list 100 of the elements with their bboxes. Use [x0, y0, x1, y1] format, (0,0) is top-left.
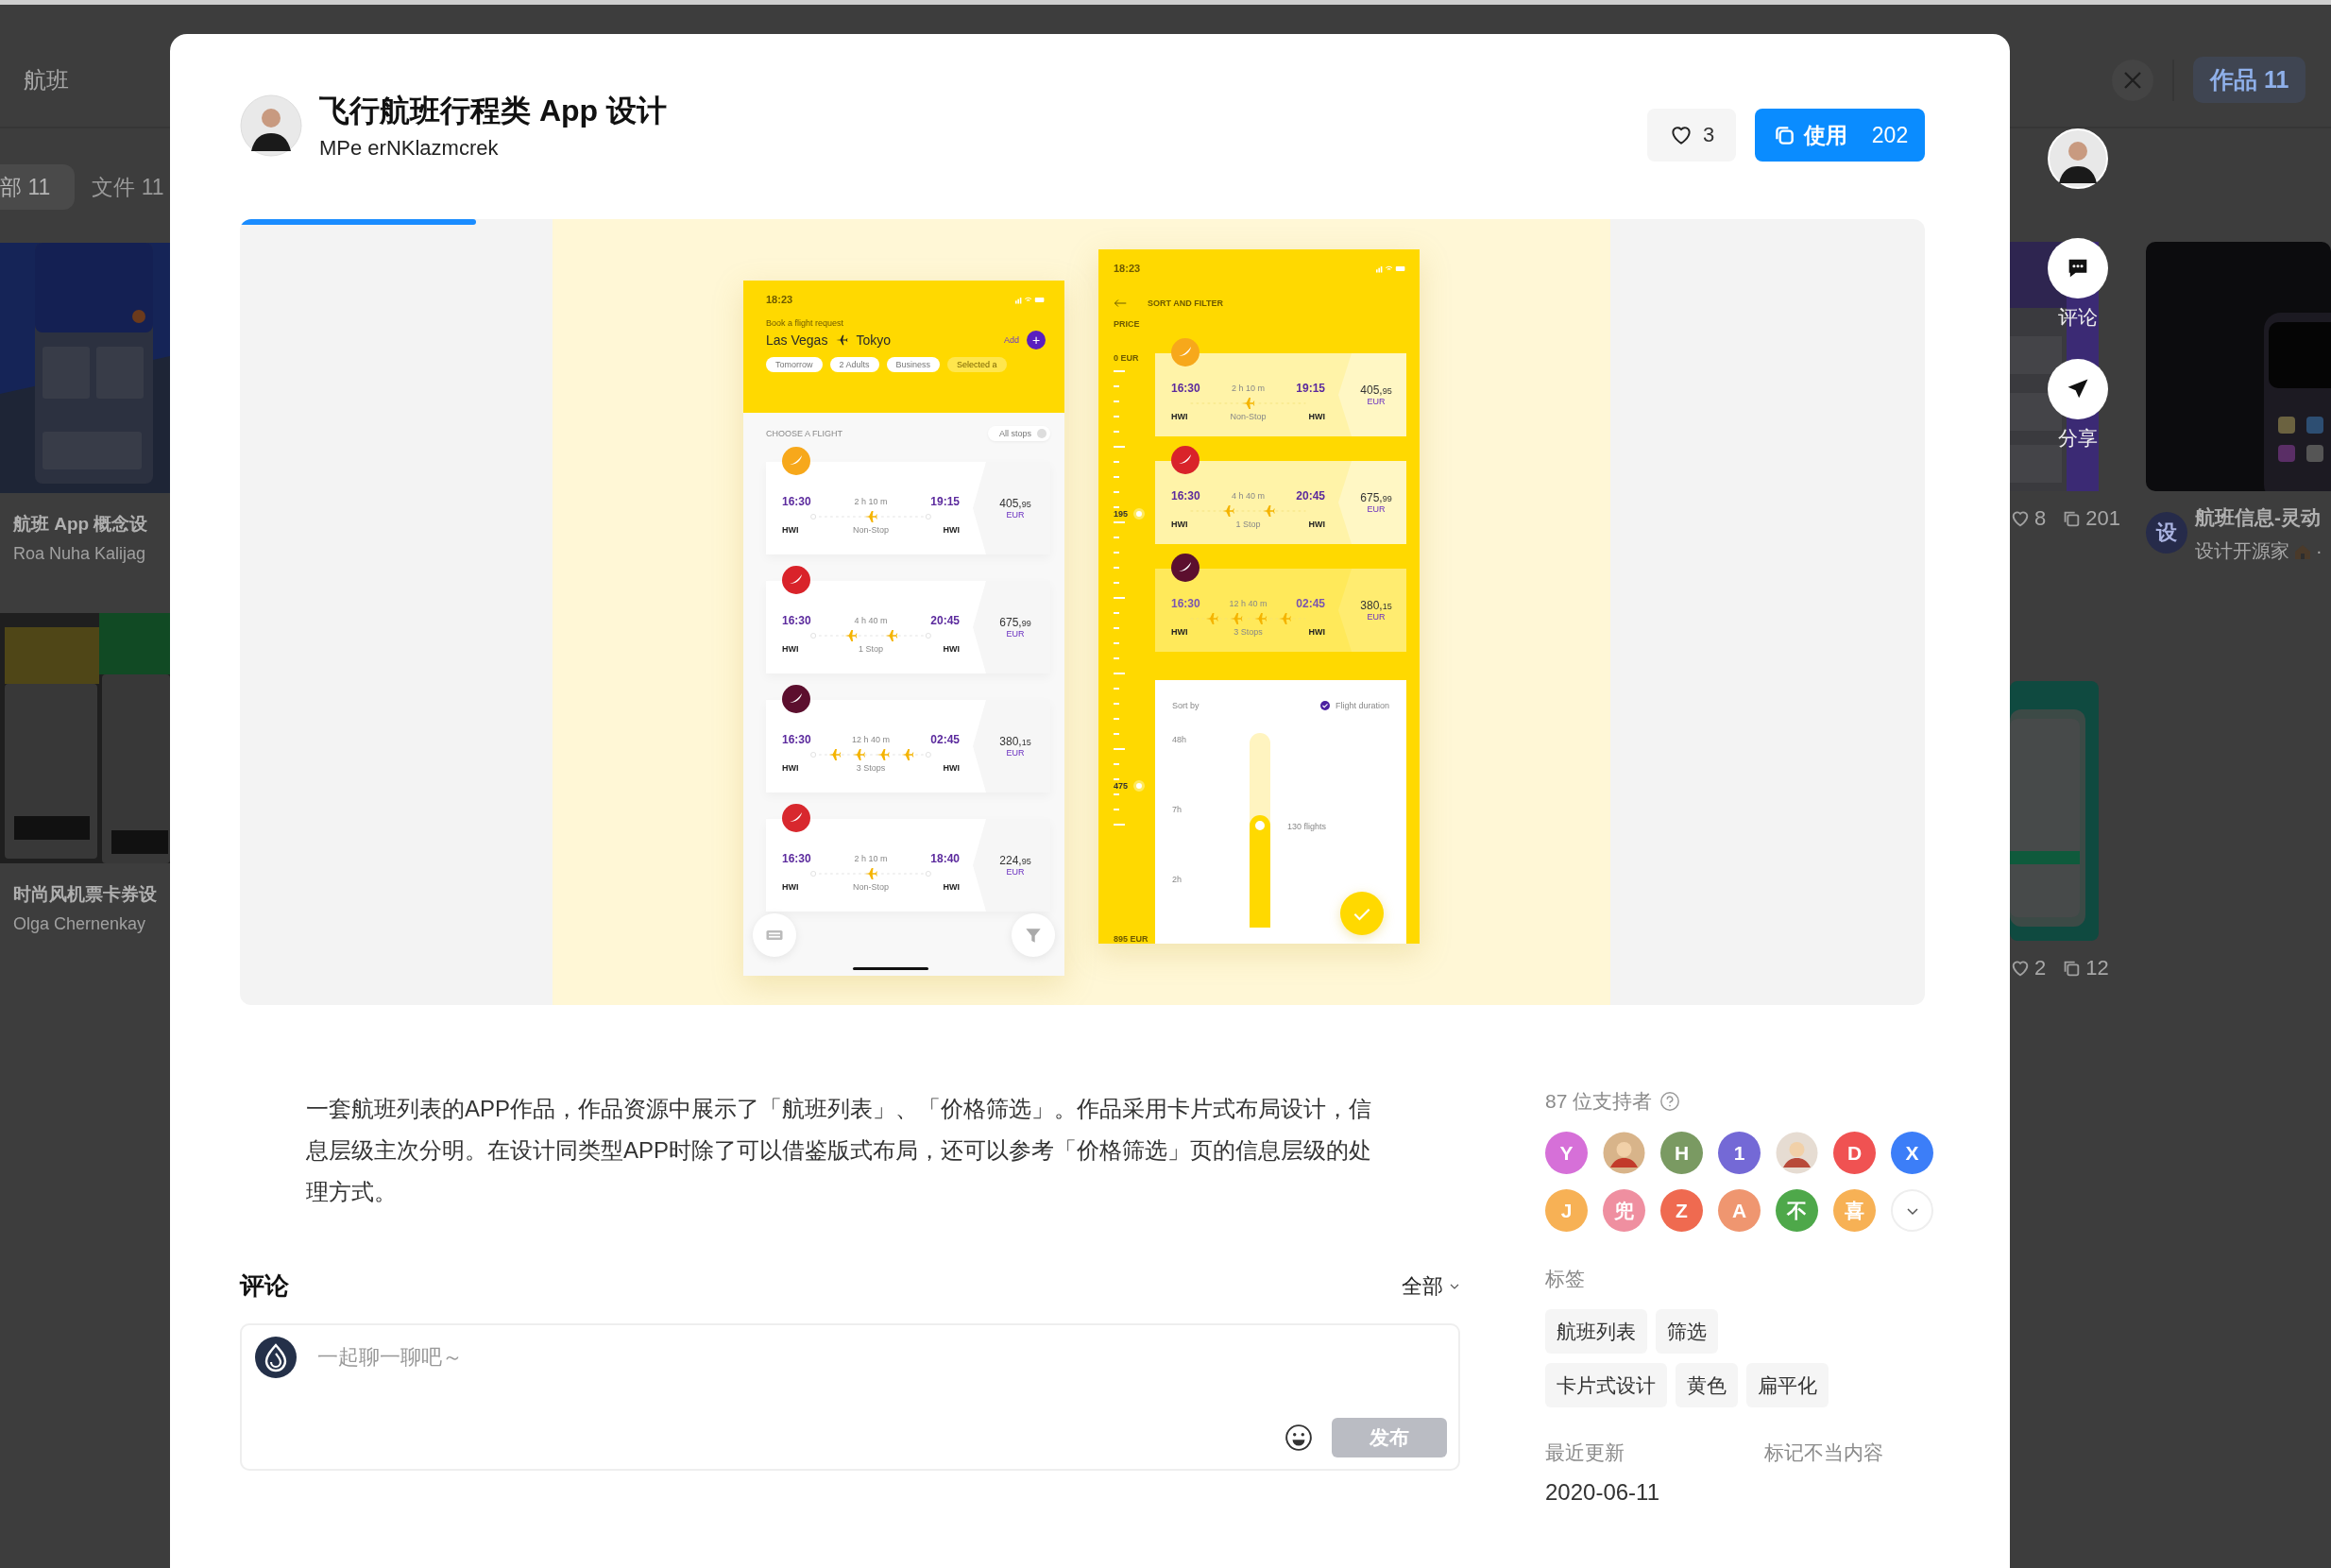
confirm-button[interactable] [1340, 892, 1384, 935]
work-title[interactable]: 航班信息-灵动 [2195, 504, 2322, 531]
stops-label: Non-Stop [853, 525, 889, 535]
currency-label: EUR [1006, 510, 1025, 520]
work-title[interactable]: 时尚风机票卡券设 [13, 882, 170, 907]
duration-label: 4 h 40 m [1232, 491, 1265, 501]
arrival-time: 02:45 [930, 733, 960, 746]
flight-card[interactable]: 16:30 2 h 10 m 19:15 HWI Non-Stop HWI 405,95 EUR [1155, 353, 1406, 436]
tag-chip[interactable]: 黄色 [1676, 1363, 1738, 1407]
arrival-time: 20:45 [930, 614, 960, 627]
flight-card[interactable]: 16:30 12 h 40 m 02:45 HWI 3 Stops HWI 380,15 EUR [1155, 569, 1406, 652]
airport-code: HWI [943, 763, 960, 773]
duration-label: 2 h 10 m [1232, 383, 1265, 393]
sort-dropdown[interactable]: Flight duration [1335, 701, 1389, 710]
flight-card[interactable]: 16:30 4 h 40 m 20:45 HWI 1 Stop HWI 675,99 EUR [766, 581, 1050, 673]
author-name[interactable]: MPe erNKlazmcrek [319, 136, 667, 161]
heart-icon [2010, 508, 2031, 529]
add-button[interactable]: + [1027, 331, 1046, 349]
price-label: 380,15 [999, 735, 1031, 748]
range-handle[interactable]: 195 [1114, 508, 1146, 520]
arrival-time: 18:40 [930, 852, 960, 865]
heart-icon [2010, 958, 2031, 979]
search-query[interactable]: 航班 [24, 64, 69, 95]
flight-card[interactable]: 16:30 2 h 10 m 19:15 HWI Non-Stop HWI 405,95 EUR [766, 462, 1050, 554]
tag-chip[interactable]: 扁平化 [1746, 1363, 1829, 1407]
duration-label: 4 h 40 m [854, 616, 888, 625]
supporter-avatar[interactable]: D [1833, 1132, 1876, 1174]
work-title[interactable]: 航班 App 概念设 [13, 512, 170, 537]
supporter-avatar[interactable]: 不 [1776, 1189, 1818, 1232]
stops-label: 3 Stops [856, 763, 886, 773]
stops-label: Non-Stop [1230, 412, 1267, 421]
departure-time: 16:30 [782, 614, 811, 627]
separator-dot: · [2316, 540, 2322, 562]
supporters-count: 87 位支持者 [1545, 1089, 1653, 1114]
airport-code: HWI [1171, 520, 1188, 529]
airport-code: HWI [943, 644, 960, 654]
airport-code: HWI [782, 882, 799, 892]
flights-count: 130 flights [1287, 822, 1327, 831]
flight-card[interactable]: 16:30 4 h 40 m 20:45 HWI 1 Stop HWI 675,99 EUR [1155, 461, 1406, 544]
departure-time: 16:30 [782, 495, 811, 508]
filter-tab[interactable]: 文件 11 [92, 164, 164, 210]
duration-slider-track[interactable] [1250, 733, 1270, 928]
filter-chip[interactable]: Business [886, 357, 941, 372]
price-label: 405,95 [999, 497, 1031, 510]
action-label: 评论 [2058, 305, 2098, 330]
report-link[interactable]: 标记不当内容 [1764, 1440, 1883, 1506]
currency-label: EUR [1006, 629, 1025, 639]
comment-filter-dropdown[interactable]: 全部 [1402, 1271, 1460, 1301]
flight-card[interactable]: 16:30 2 h 10 m 18:40 HWI Non-Stop HWI 224,95 EUR [766, 819, 1050, 912]
duration-label: 12 h 40 m [852, 735, 890, 744]
duration-label: 12 h 40 m [1229, 599, 1268, 608]
check-icon [1319, 701, 1330, 710]
filter-chip[interactable]: Tomorrow [766, 357, 823, 372]
duration-label: 2 h 10 m [854, 854, 888, 863]
works-tab[interactable]: 作品 11 [2193, 57, 2306, 103]
departure-time: 16:30 [1171, 382, 1200, 395]
like-button[interactable]: 3 [1647, 109, 1736, 162]
like-count: 8 [2034, 506, 2047, 531]
duration-label: 7h [1172, 805, 1183, 814]
filter-button[interactable] [1012, 913, 1055, 957]
supporter-avatar[interactable]: Y [1545, 1132, 1588, 1174]
origin-city: Las Vegas [766, 332, 828, 348]
supporter-avatar[interactable]: 1 [1718, 1132, 1761, 1174]
airport-code: HWI [943, 882, 960, 892]
keyboard-button[interactable] [753, 913, 796, 957]
price-label: 405,95 [1360, 383, 1392, 397]
departure-time: 16:30 [1171, 489, 1200, 503]
stops-toggle[interactable]: All stops [988, 426, 1050, 441]
currency-label: EUR [1367, 504, 1386, 514]
emoji-icon[interactable] [1285, 1423, 1313, 1452]
filter-chip[interactable]: Selected a [947, 357, 1007, 372]
use-button[interactable]: 使用 202 [1755, 109, 1925, 162]
filter-tab[interactable]: 部 11 [0, 164, 76, 210]
comments-heading: 评论 [240, 1270, 289, 1302]
use-count: 12 [2085, 956, 2109, 980]
tag-chip[interactable]: 航班列表 [1545, 1309, 1647, 1354]
supporter-avatar[interactable]: Z [1660, 1189, 1703, 1232]
tag-chip[interactable]: 卡片式设计 [1545, 1363, 1667, 1407]
section-heading: CHOOSE A FLIGHT [766, 429, 843, 438]
prompt-label: Book a flight request [766, 318, 845, 328]
airport-code: HWI [1308, 412, 1325, 421]
help-icon[interactable] [1659, 1091, 1681, 1112]
close-icon[interactable] [2112, 59, 2174, 101]
supporter-avatar[interactable]: H [1660, 1132, 1703, 1174]
currency-label: EUR [1367, 612, 1386, 622]
back-arrow-icon[interactable] [1114, 298, 1127, 308]
departure-time: 16:30 [1171, 597, 1200, 610]
arrival-time: 19:15 [930, 495, 960, 508]
tag-chip[interactable]: 筛选 [1656, 1309, 1718, 1354]
status-time: 18:23 [1114, 263, 1141, 274]
range-handle[interactable]: 475 [1114, 780, 1146, 792]
flight-card[interactable]: 16:30 12 h 40 m 02:45 HWI 3 Stops HWI 380,15 EUR [766, 700, 1050, 793]
updated-date: 2020-06-11 [1545, 1479, 1660, 1506]
currency-label: EUR [1367, 397, 1386, 406]
supporter-avatar[interactable]: X [1891, 1132, 1933, 1174]
filter-chip[interactable]: 2 Adults [829, 357, 879, 372]
airport-code: HWI [782, 525, 799, 535]
scale-label: 895 EUR [1114, 934, 1149, 944]
use-count: 201 [2085, 506, 2120, 531]
airport-code: HWI [1171, 627, 1188, 637]
